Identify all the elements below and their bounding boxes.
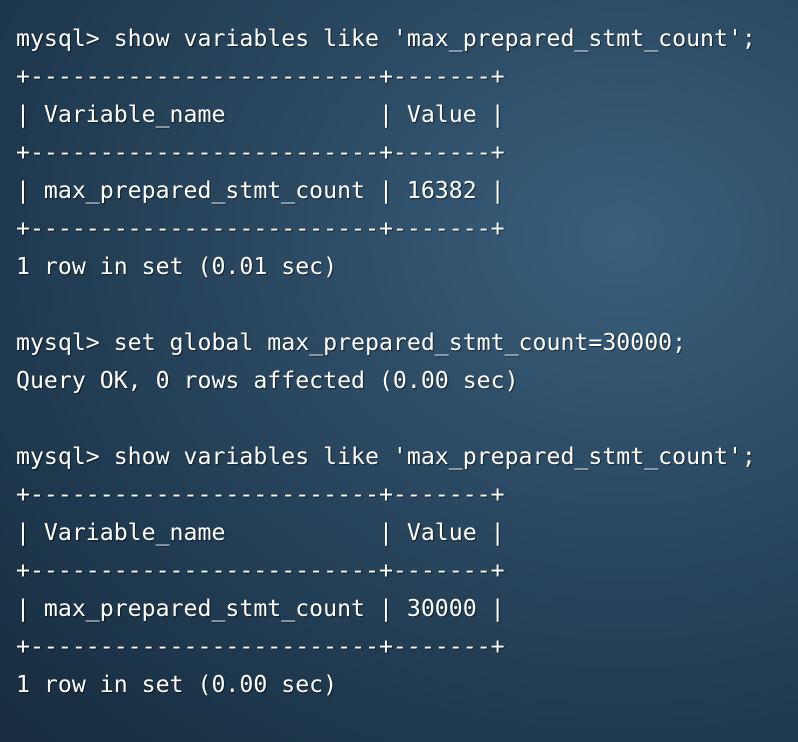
terminal-output[interactable]: mysql> show variables like 'max_prepared… — [0, 0, 798, 742]
table-border: +-------------------------+-------+ — [16, 481, 505, 508]
table-header: | Variable_name | Value | — [16, 519, 505, 546]
command-line-show-variables: mysql> show variables like 'max_prepared… — [16, 25, 756, 52]
command-line-set-global: mysql> set global max_prepared_stmt_coun… — [16, 329, 687, 356]
table-border: +-------------------------+-------+ — [16, 557, 505, 584]
command-line-show-variables: mysql> show variables like 'max_prepared… — [16, 443, 756, 470]
table-border: +-------------------------+-------+ — [16, 63, 505, 90]
table-header: | Variable_name | Value | — [16, 101, 505, 128]
result-summary: 1 row in set (0.00 sec) — [16, 671, 338, 698]
table-row: | max_prepared_stmt_count | 16382 | — [16, 177, 505, 204]
result-summary: 1 row in set (0.01 sec) — [16, 253, 338, 280]
table-border: +-------------------------+-------+ — [16, 215, 505, 242]
table-border: +-------------------------+-------+ — [16, 633, 505, 660]
query-ok-message: Query OK, 0 rows affected (0.00 sec) — [16, 367, 519, 394]
table-row: | max_prepared_stmt_count | 30000 | — [16, 595, 505, 622]
table-border: +-------------------------+-------+ — [16, 139, 505, 166]
